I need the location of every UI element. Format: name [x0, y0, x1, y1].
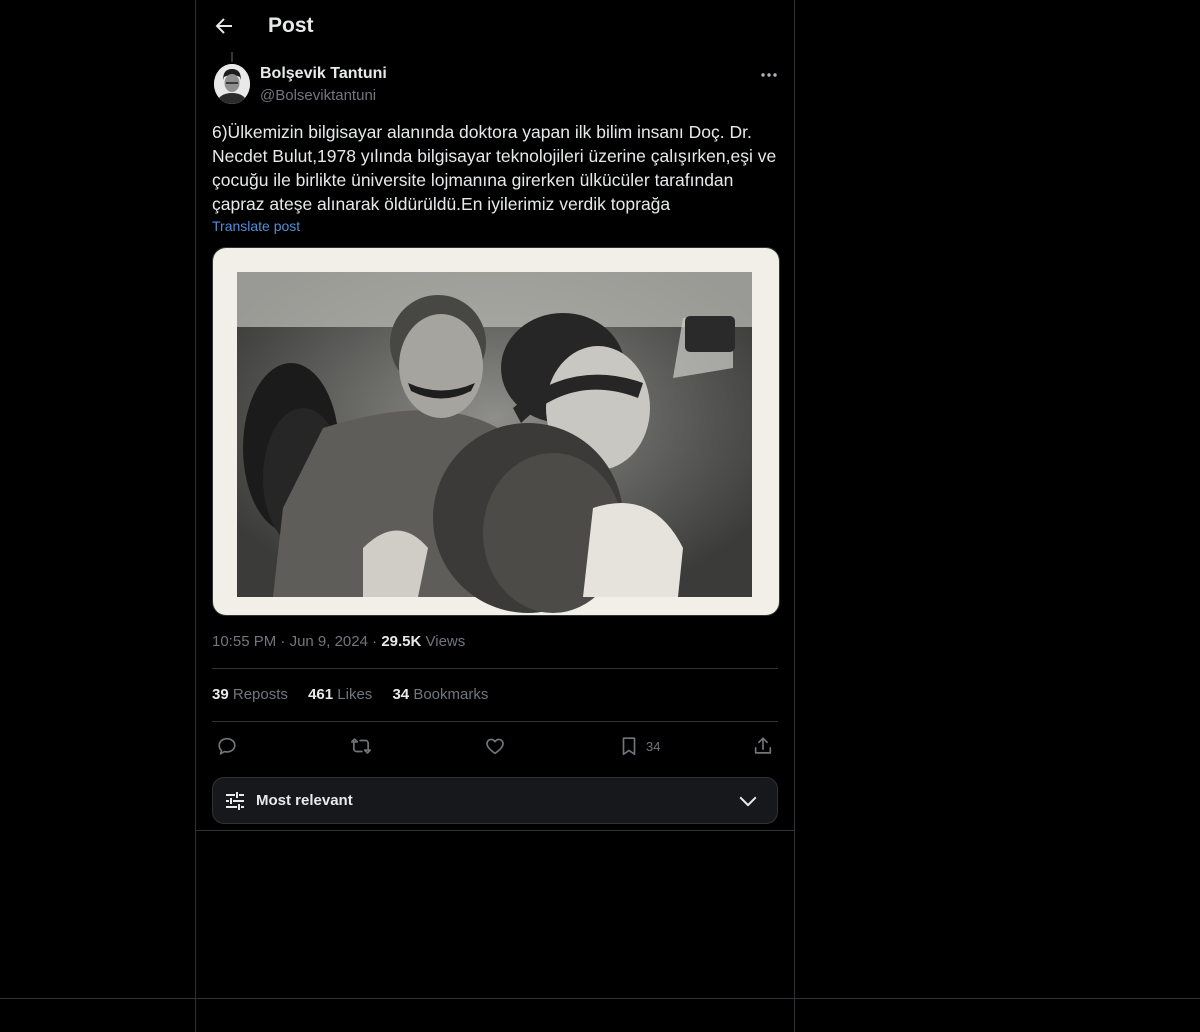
more-icon[interactable] — [758, 66, 780, 84]
meta-separator: · — [372, 633, 378, 650]
views-label: Views — [425, 633, 466, 650]
meta-separator: · — [280, 633, 286, 650]
sliders-icon — [226, 792, 244, 810]
reposts-label: Reposts — [232, 686, 288, 703]
author-name[interactable]: Bolşevik Tantuni — [260, 65, 387, 83]
likes-count: 461 — [308, 686, 334, 703]
bookmark-count: 34 — [646, 738, 661, 754]
author-handle[interactable]: @Bolseviktantuni — [260, 87, 376, 104]
sort-label: Most relevant — [256, 792, 353, 809]
thread-line — [231, 52, 233, 62]
share-icon — [754, 737, 772, 754]
avatar[interactable] — [214, 64, 250, 104]
post-meta: 10:55 PM · Jun 9, 2024 · 29.5K Views — [212, 633, 465, 650]
repost-icon — [351, 738, 371, 754]
back-arrow-icon[interactable] — [212, 14, 236, 38]
reply-button[interactable] — [216, 733, 238, 759]
bookmark-icon — [622, 737, 636, 756]
page-title: Post — [268, 14, 314, 37]
bookmarks-count: 34 — [392, 686, 410, 703]
reply-icon — [218, 737, 236, 755]
post-column: Post Bolşevik Tantuni @Bolseviktantuni 6… — [195, 0, 795, 1032]
divider — [0, 998, 1200, 999]
repost-button[interactable] — [350, 733, 372, 759]
bookmarks-stat[interactable]: 34 Bookmarks — [392, 686, 488, 703]
post-date[interactable]: Jun 9, 2024 — [290, 633, 368, 650]
likes-label: Likes — [337, 686, 373, 703]
like-button[interactable] — [484, 733, 506, 759]
views-count: 29.5K — [381, 633, 422, 650]
reposts-count: 39 — [212, 686, 229, 703]
post-stats: 39 Reposts 461 Likes 34 Bookmarks — [212, 686, 504, 703]
post-header: Post — [196, 0, 794, 54]
post-photo[interactable] — [212, 247, 780, 616]
chevron-down-icon — [739, 796, 757, 807]
reposts-stat[interactable]: 39 Reposts — [212, 686, 288, 703]
post-time[interactable]: 10:55 PM — [212, 633, 276, 650]
post-text: 6)Ülkemizin bilgisayar alanında doktora … — [212, 122, 777, 214]
translate-post-link[interactable]: Translate post — [212, 218, 300, 234]
share-button[interactable] — [752, 733, 774, 759]
divider — [212, 668, 778, 669]
likes-stat[interactable]: 461 Likes — [308, 686, 372, 703]
sort-dropdown[interactable]: Most relevant — [212, 777, 778, 824]
like-icon — [486, 738, 504, 755]
bookmarks-label: Bookmarks — [413, 686, 489, 703]
bookmark-button[interactable]: 34 — [618, 733, 660, 759]
divider — [212, 721, 778, 722]
divider — [196, 830, 794, 831]
